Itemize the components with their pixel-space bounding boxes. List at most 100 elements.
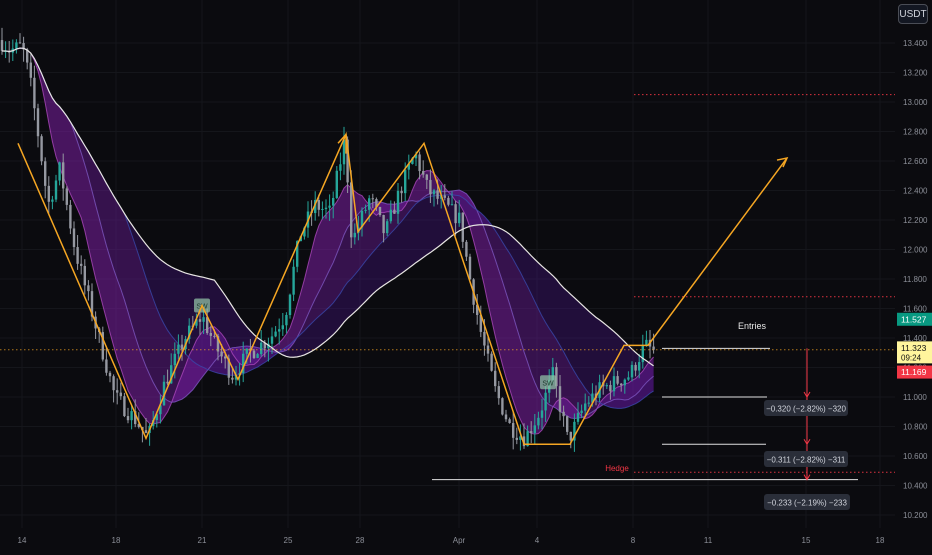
- candle-body: [537, 417, 540, 426]
- candle-body: [65, 188, 68, 205]
- candle-body: [386, 221, 389, 234]
- candle-body: [87, 285, 90, 292]
- candle-body: [18, 42, 22, 44]
- candle-body: [425, 174, 428, 180]
- candle-body: [447, 197, 450, 205]
- candle-body: [144, 430, 148, 433]
- candle-body: [202, 317, 205, 322]
- y-tick-label: 12.400: [903, 187, 928, 196]
- candle-body: [580, 410, 583, 414]
- y-tick-label: 12.200: [903, 216, 928, 225]
- candle-body: [0, 40, 4, 51]
- candle-body: [558, 386, 562, 412]
- candle-body: [224, 356, 227, 359]
- candle-body: [288, 294, 292, 315]
- y-tick-label: 10.600: [903, 452, 928, 461]
- candle-body: [458, 212, 461, 224]
- y-tick-label: 12.600: [903, 157, 928, 166]
- candle-body: [468, 256, 472, 280]
- candle-body: [404, 169, 407, 194]
- candle-body: [562, 411, 565, 417]
- measure-label: −0.320 (−2.82%) −320: [766, 405, 846, 414]
- candle-body: [371, 198, 374, 200]
- candle-body: [461, 212, 464, 242]
- candle-body: [328, 205, 331, 208]
- candle-body: [260, 342, 263, 355]
- price-axis: 13.400 13.200 13.000 12.800 12.600 12.400 12.2…: [897, 39, 932, 520]
- chart-area[interactable]: SW SW Entries Hedge −0.320 (−2.82%) −320 −0.3…: [0, 0, 932, 550]
- candle-body: [231, 377, 234, 380]
- candle-body: [566, 416, 569, 432]
- candle-body: [393, 209, 396, 214]
- candle-body: [245, 348, 248, 354]
- candle-body: [278, 329, 281, 332]
- y-tick-label: 10.800: [903, 423, 928, 432]
- candle-body: [645, 339, 648, 346]
- candle-body: [62, 162, 65, 189]
- candle-body: [620, 383, 623, 386]
- y-tick-label: 12.000: [903, 246, 928, 255]
- y-tick-label: 13.200: [903, 69, 928, 78]
- candle-body: [497, 386, 500, 399]
- candle-body: [587, 402, 590, 404]
- candle-body: [213, 335, 216, 337]
- candle-body: [252, 350, 256, 358]
- candle-body: [112, 376, 115, 391]
- candle-body: [630, 364, 634, 378]
- candle-body: [396, 190, 400, 214]
- candle-body: [58, 162, 61, 181]
- candle-body: [108, 372, 112, 377]
- candle-body: [512, 423, 515, 438]
- candle-body: [652, 346, 655, 350]
- candle-body: [382, 215, 385, 234]
- candle-body: [501, 398, 504, 415]
- candle-body: [634, 364, 637, 371]
- x-tick-label: 18: [876, 536, 885, 545]
- candle-body: [47, 185, 50, 202]
- candle-body: [353, 232, 356, 238]
- candle-body: [40, 136, 43, 162]
- x-tick-label: 18: [112, 536, 121, 545]
- y-tick-label: 11.600: [903, 305, 927, 314]
- candle-body: [515, 437, 518, 440]
- candle-body: [504, 414, 508, 420]
- candle-body: [292, 266, 295, 295]
- y-tick-label: 11.800: [903, 275, 927, 284]
- x-tick-label: 11: [704, 536, 713, 545]
- entries-title: Entries: [738, 321, 767, 331]
- candle-body: [15, 42, 18, 49]
- candle-body: [450, 204, 454, 206]
- candle-body: [54, 180, 58, 200]
- candle-body: [616, 376, 619, 384]
- candle-body: [612, 376, 616, 392]
- candle-body: [483, 331, 486, 346]
- candle-body: [530, 431, 533, 434]
- y-tick-label: 12.800: [903, 128, 928, 137]
- candle-body: [123, 396, 126, 417]
- candle-body: [508, 419, 511, 424]
- price-chart[interactable]: SWSWEntriesHedge−0.320 (−2.82%) −320−0.3…: [0, 0, 932, 550]
- candle-body: [332, 197, 335, 206]
- y-tick-label: 13.400: [903, 39, 928, 48]
- candle-body: [317, 200, 320, 210]
- candle-body: [436, 190, 439, 199]
- candle-body: [454, 204, 457, 224]
- hedge-label: Hedge: [605, 464, 629, 473]
- candle-body: [378, 206, 382, 216]
- x-tick-label: 25: [284, 536, 293, 545]
- candle-body: [281, 325, 284, 330]
- candle-body: [364, 209, 367, 211]
- candle-body: [576, 413, 580, 422]
- x-tick-label: 21: [198, 536, 207, 545]
- x-tick-label: 14: [18, 536, 27, 545]
- candle-body: [69, 204, 72, 229]
- candle-body: [584, 403, 587, 411]
- candle-body: [465, 241, 468, 257]
- candle-body: [51, 199, 54, 202]
- candle-body: [400, 190, 403, 194]
- candle-body: [432, 190, 436, 195]
- currency-button[interactable]: USDT: [898, 4, 928, 24]
- candle-body: [544, 392, 547, 411]
- candle-body: [569, 431, 572, 441]
- candle-body: [339, 164, 342, 171]
